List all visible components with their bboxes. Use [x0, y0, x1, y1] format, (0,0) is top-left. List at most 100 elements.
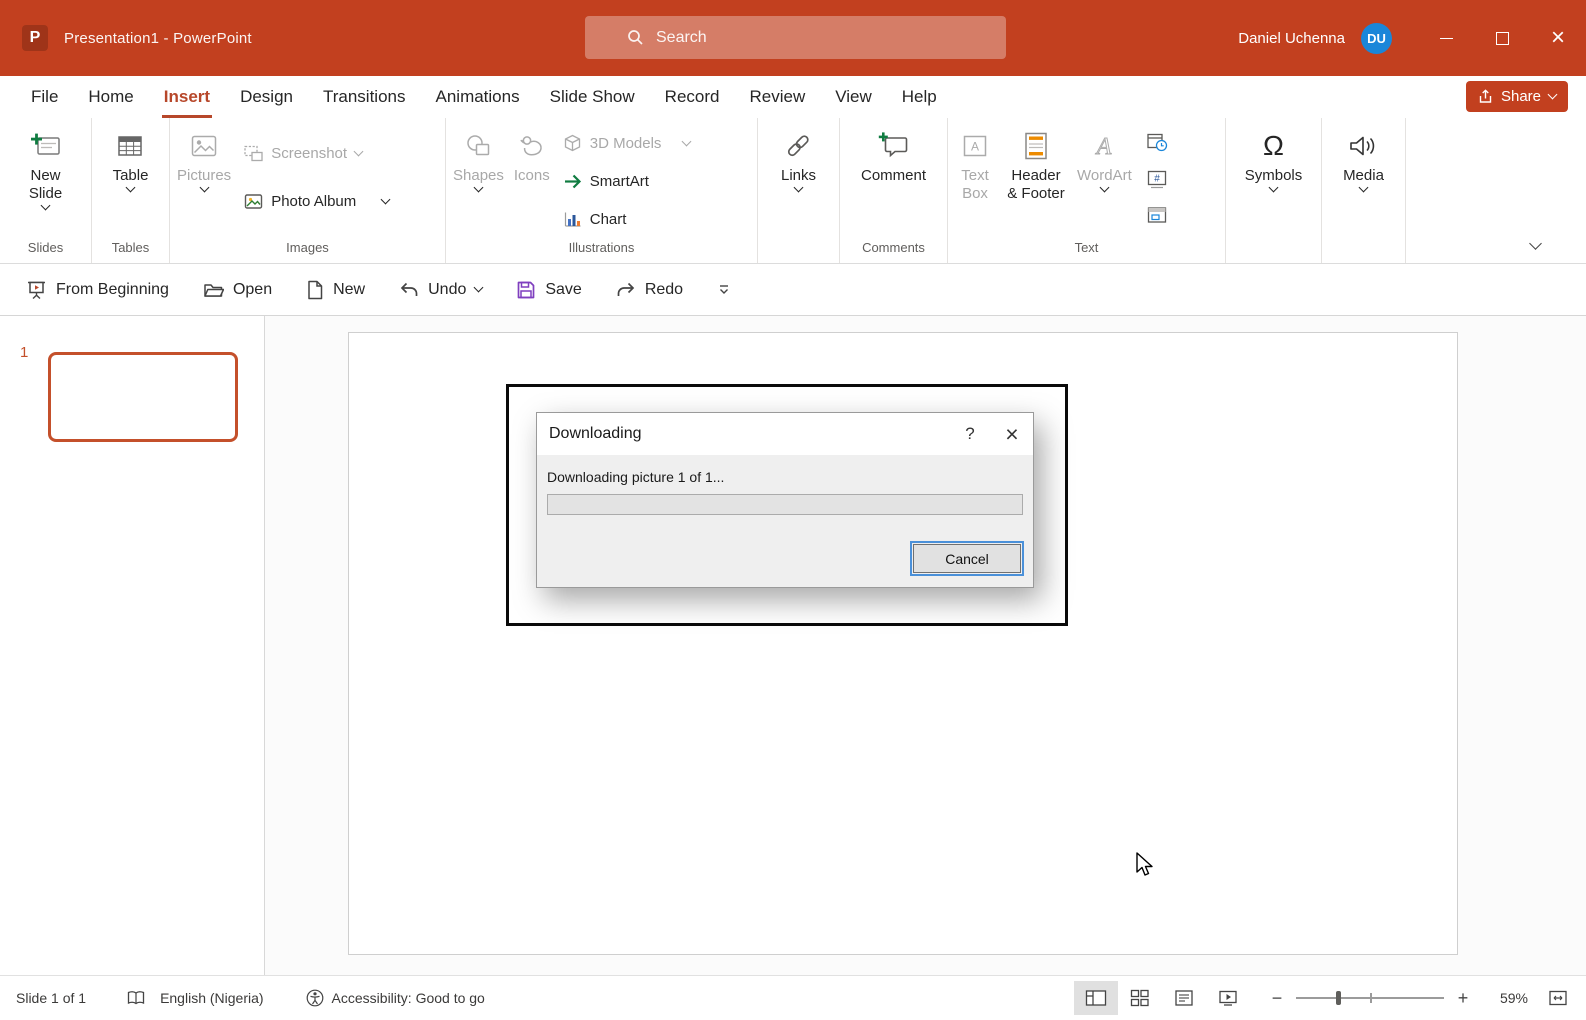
close-button[interactable]: × [1530, 0, 1586, 76]
smartart-button[interactable]: SmartArt [555, 168, 699, 194]
language-button[interactable]: English (Nigeria) [160, 990, 263, 1006]
new-slide-button[interactable]: New Slide [18, 120, 74, 211]
chart-button[interactable]: Chart [555, 206, 699, 232]
zoom-level[interactable]: 59% [1482, 990, 1528, 1006]
chevron-down-icon [1547, 89, 1558, 100]
reading-view-icon [1175, 990, 1193, 1006]
tab-file[interactable]: File [16, 76, 73, 118]
dialog-titlebar[interactable]: Downloading ? × [537, 413, 1033, 455]
download-progress-bar [547, 494, 1023, 515]
new-slide-label: New Slide [28, 167, 63, 202]
share-button[interactable]: Share [1465, 81, 1568, 112]
collapse-ribbon-button[interactable] [1529, 235, 1542, 253]
slide-counter: Slide 1 of 1 [16, 990, 87, 1006]
ribbon-group-links: Links [758, 118, 840, 263]
dialog-help-button[interactable]: ? [949, 413, 991, 455]
screenshot-label: Screenshot [271, 144, 348, 162]
reading-view-button[interactable] [1162, 981, 1206, 1015]
dialog-close-button[interactable]: × [991, 413, 1033, 455]
accessibility-button[interactable] [306, 989, 324, 1007]
ribbon-group-tables: Table Tables [92, 118, 170, 263]
tab-record[interactable]: Record [650, 76, 735, 118]
powerpoint-window: P Presentation1 - PowerPoint Search Dani… [0, 0, 1586, 1020]
svg-text:#: # [1154, 174, 1160, 185]
zoom-in-button[interactable]: + [1450, 988, 1476, 1009]
maximize-button[interactable] [1474, 0, 1530, 76]
media-button[interactable]: Media [1338, 120, 1389, 193]
symbols-button[interactable]: Ω Symbols [1240, 120, 1308, 193]
comment-button[interactable]: Comment [856, 120, 931, 185]
normal-view-button[interactable] [1074, 981, 1118, 1015]
chevron-down-icon [380, 194, 391, 204]
omega-icon: Ω [1263, 130, 1284, 161]
open-button[interactable]: Open [203, 281, 272, 299]
maximize-icon [1495, 31, 1509, 45]
pictures-button[interactable]: Pictures [172, 120, 236, 193]
chevron-down-icon [353, 146, 364, 156]
open-label: Open [232, 280, 273, 298]
comment-label: Comment [860, 167, 927, 184]
slide-sorter-view-button[interactable] [1118, 981, 1162, 1015]
photo-album-label: Photo Album [271, 192, 357, 210]
accessibility-icon [306, 989, 323, 1007]
chevron-down-icon [1529, 237, 1542, 250]
save-button[interactable]: Save [516, 280, 582, 300]
tab-insert[interactable]: Insert [149, 76, 225, 118]
fit-to-window-icon [1549, 990, 1567, 1006]
shapes-button[interactable]: Shapes [448, 120, 509, 193]
tab-help[interactable]: Help [887, 76, 952, 118]
tab-design[interactable]: Design [225, 76, 308, 118]
photo-album-button[interactable]: Photo Album [236, 188, 397, 214]
date-time-button[interactable] [1145, 130, 1169, 154]
wordart-button[interactable]: A WordArt [1072, 120, 1137, 193]
search-box[interactable]: Search [585, 16, 1006, 59]
ribbon-group-symbols: Ω Symbols [1226, 118, 1322, 263]
slide-thumbnail[interactable] [48, 352, 238, 442]
chevron-down-icon [681, 136, 692, 146]
accessibility-status[interactable]: Accessibility: Good to go [332, 990, 485, 1006]
3d-models-button[interactable]: 3D Models [555, 130, 699, 156]
ribbon-group-text: A Text Box Header & Footer A WordArt # T… [948, 118, 1226, 263]
zoom-slider-thumb[interactable] [1335, 991, 1341, 1005]
cancel-button[interactable]: Cancel [910, 541, 1024, 576]
chart-label: Chart [589, 210, 627, 228]
thumbnail-number: 1 [20, 344, 29, 361]
table-button[interactable]: Table [108, 120, 154, 193]
undo-button[interactable]: Undo [399, 281, 484, 299]
slide-show-icon [1219, 990, 1237, 1006]
fit-slide-to-window-button[interactable] [1538, 981, 1578, 1015]
new-label: New [333, 280, 366, 298]
account-name[interactable]: Daniel Uchenna [1238, 30, 1345, 47]
text-box-label: Text Box [961, 167, 989, 202]
text-box-icon: A [960, 128, 990, 164]
save-icon [518, 281, 535, 298]
object-icon [1147, 207, 1166, 223]
customize-toolbar-button[interactable] [717, 283, 731, 297]
icons-bird-icon [517, 128, 547, 164]
zoom-slider[interactable] [1296, 981, 1444, 1015]
screenshot-button[interactable]: Screenshot [236, 140, 397, 166]
slide-show-button[interactable] [1206, 981, 1250, 1015]
tab-transitions[interactable]: Transitions [308, 76, 421, 118]
icons-button[interactable]: Icons [509, 120, 555, 185]
object-button[interactable] [1145, 204, 1169, 228]
ribbon: New Slide Slides Table Tables Pictures S… [0, 118, 1586, 264]
spelling-button[interactable] [126, 990, 146, 1006]
tab-animations[interactable]: Animations [421, 76, 535, 118]
links-button[interactable]: Links [776, 120, 821, 193]
header-footer-button[interactable]: Header & Footer [1000, 120, 1072, 203]
tab-slide-show[interactable]: Slide Show [535, 76, 650, 118]
from-beginning-button[interactable]: From Beginning [26, 280, 169, 300]
wordart-icon: A [1089, 128, 1119, 164]
pictures-icon [189, 128, 219, 164]
zoom-out-button[interactable]: − [1264, 988, 1290, 1009]
redo-button[interactable]: Redo [616, 281, 683, 299]
slide-number-button[interactable]: # [1145, 167, 1169, 191]
minimize-button[interactable] [1418, 0, 1474, 76]
new-button[interactable]: New [306, 280, 365, 300]
tab-view[interactable]: View [820, 76, 887, 118]
text-box-button[interactable]: A Text Box [950, 120, 1000, 203]
avatar[interactable]: DU [1361, 22, 1392, 54]
tab-review[interactable]: Review [734, 76, 820, 118]
tab-home[interactable]: Home [73, 76, 148, 118]
